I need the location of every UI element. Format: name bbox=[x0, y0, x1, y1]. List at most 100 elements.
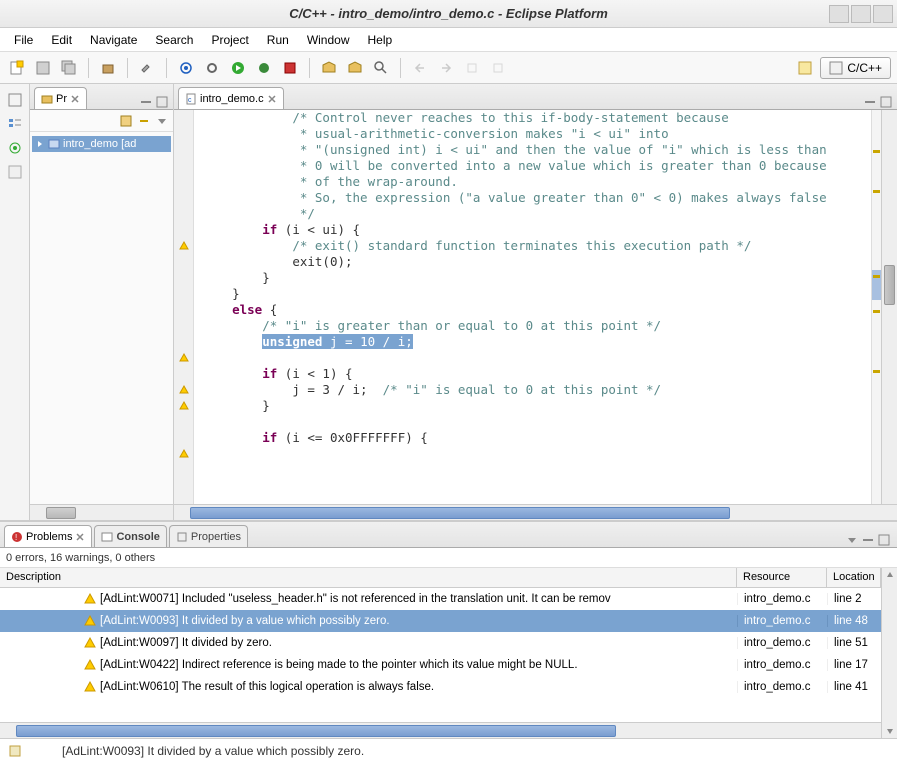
debug-button[interactable] bbox=[253, 57, 275, 79]
new-button[interactable] bbox=[6, 57, 28, 79]
warning-icon bbox=[84, 615, 96, 627]
problems-table-header: Description Resource Location bbox=[0, 568, 881, 588]
problems-table[interactable]: [AdLint:W0071] Included "useless_header.… bbox=[0, 588, 881, 722]
prev-annotation-button[interactable] bbox=[409, 57, 431, 79]
menu-edit[interactable]: Edit bbox=[43, 30, 80, 50]
open-resource-button[interactable] bbox=[344, 57, 366, 79]
expand-icon[interactable] bbox=[35, 139, 45, 149]
outline-icon[interactable] bbox=[7, 116, 23, 132]
project-explorer: Pr intro_demo [ad bbox=[30, 84, 174, 520]
status-icon bbox=[8, 744, 22, 758]
tree-item-project[interactable]: intro_demo [ad bbox=[32, 136, 171, 152]
table-row[interactable]: [AdLint:W0093] It divided by a value whi… bbox=[0, 610, 881, 632]
main-toolbar: C/C++ bbox=[0, 52, 897, 84]
close-icon[interactable] bbox=[267, 94, 277, 104]
left-trim bbox=[0, 84, 30, 520]
view-menu-icon[interactable] bbox=[845, 533, 859, 547]
menu-navigate[interactable]: Navigate bbox=[82, 30, 145, 50]
menu-window[interactable]: Window bbox=[299, 30, 358, 50]
warning-icon[interactable] bbox=[179, 401, 189, 411]
maximize-icon[interactable] bbox=[879, 95, 893, 109]
col-resource[interactable]: Resource bbox=[737, 568, 827, 587]
code-editor[interactable]: /* Control never reaches to this if-body… bbox=[194, 110, 871, 504]
editor-hscroll[interactable] bbox=[174, 504, 897, 520]
tab-problems[interactable]: ! Problems bbox=[4, 525, 92, 547]
tab-label: Properties bbox=[191, 531, 241, 543]
tab-editor-file[interactable]: c intro_demo.c bbox=[178, 87, 284, 109]
col-location[interactable]: Location bbox=[827, 568, 881, 587]
save-all-button[interactable] bbox=[58, 57, 80, 79]
problems-summary: 0 errors, 16 warnings, 0 others bbox=[0, 548, 897, 568]
editor-tab-label: intro_demo.c bbox=[200, 93, 264, 105]
table-row[interactable]: [AdLint:W0610] The result of this logica… bbox=[0, 676, 881, 698]
minimize-button[interactable] bbox=[829, 5, 849, 23]
menu-file[interactable]: File bbox=[6, 30, 41, 50]
minimize-icon[interactable] bbox=[861, 533, 875, 547]
minimize-icon[interactable] bbox=[863, 95, 877, 109]
hammer-icon[interactable] bbox=[136, 57, 158, 79]
folder-icon bbox=[41, 93, 53, 105]
target-icon[interactable] bbox=[7, 140, 23, 156]
status-message: [AdLint:W0093] It divided by a value whi… bbox=[62, 744, 364, 758]
menu-run[interactable]: Run bbox=[259, 30, 297, 50]
scroll-up-icon[interactable] bbox=[885, 570, 895, 580]
link-editor-icon[interactable] bbox=[137, 114, 151, 128]
gear-icon[interactable] bbox=[201, 57, 223, 79]
perspective-cpp[interactable]: C/C++ bbox=[820, 57, 891, 79]
table-row[interactable]: [AdLint:W0071] Included "useless_header.… bbox=[0, 588, 881, 610]
maximize-button[interactable] bbox=[851, 5, 871, 23]
maximize-icon[interactable] bbox=[877, 533, 891, 547]
status-bar: [AdLint:W0093] It divided by a value whi… bbox=[0, 738, 897, 762]
minimize-icon[interactable] bbox=[139, 95, 153, 109]
warning-icon bbox=[84, 681, 96, 693]
bottom-panel: ! Problems Console Properties 0 errors, … bbox=[0, 520, 897, 738]
build-button[interactable] bbox=[97, 57, 119, 79]
problems-hscroll[interactable] bbox=[0, 722, 881, 738]
menu-help[interactable]: Help bbox=[360, 30, 401, 50]
search-button[interactable] bbox=[370, 57, 392, 79]
close-icon[interactable] bbox=[75, 532, 85, 542]
warning-icon[interactable] bbox=[179, 449, 189, 459]
cpp-icon bbox=[829, 61, 843, 75]
col-description[interactable]: Description bbox=[0, 568, 737, 587]
overview-ruler[interactable] bbox=[871, 110, 881, 504]
svg-text:!: ! bbox=[15, 533, 17, 542]
project-hscroll[interactable] bbox=[30, 504, 173, 520]
menu-bar: File Edit Navigate Search Project Run Wi… bbox=[0, 28, 897, 52]
tab-project-explorer[interactable]: Pr bbox=[34, 87, 87, 109]
back-button[interactable] bbox=[487, 57, 509, 79]
tab-console[interactable]: Console bbox=[94, 525, 166, 547]
c-project-icon bbox=[48, 138, 60, 150]
window-title: C/C++ - intro_demo/intro_demo.c - Eclips… bbox=[289, 6, 608, 21]
tab-label: Pr bbox=[56, 93, 67, 105]
problems-icon: ! bbox=[11, 531, 23, 543]
save-button[interactable] bbox=[32, 57, 54, 79]
collapse-all-icon[interactable] bbox=[119, 114, 133, 128]
at-icon[interactable] bbox=[175, 57, 197, 79]
restore-icon[interactable] bbox=[7, 92, 23, 108]
tab-properties[interactable]: Properties bbox=[169, 525, 248, 547]
maximize-icon[interactable] bbox=[155, 95, 169, 109]
title-bar: C/C++ - intro_demo/intro_demo.c - Eclips… bbox=[0, 0, 897, 28]
warning-icon[interactable] bbox=[179, 353, 189, 363]
view-menu-icon[interactable] bbox=[155, 114, 169, 128]
scroll-down-icon[interactable] bbox=[885, 726, 895, 736]
close-icon[interactable] bbox=[70, 94, 80, 104]
next-annotation-button[interactable] bbox=[435, 57, 457, 79]
last-edit-button[interactable] bbox=[461, 57, 483, 79]
close-button[interactable] bbox=[873, 5, 893, 23]
menu-search[interactable]: Search bbox=[147, 30, 201, 50]
editor-vscroll[interactable] bbox=[881, 110, 897, 504]
menu-project[interactable]: Project bbox=[203, 30, 256, 50]
editor-gutter[interactable] bbox=[174, 110, 194, 504]
warning-icon[interactable] bbox=[179, 385, 189, 395]
table-row[interactable]: [AdLint:W0422] Indirect reference is bei… bbox=[0, 654, 881, 676]
problems-vscroll[interactable] bbox=[881, 568, 897, 738]
warning-icon[interactable] bbox=[179, 241, 189, 251]
tasks-icon[interactable] bbox=[7, 164, 23, 180]
open-perspective-button[interactable] bbox=[794, 57, 816, 79]
run-button[interactable] bbox=[227, 57, 249, 79]
open-type-button[interactable] bbox=[318, 57, 340, 79]
external-tools-button[interactable] bbox=[279, 57, 301, 79]
table-row[interactable]: [AdLint:W0097] It divided by zero. intro… bbox=[0, 632, 881, 654]
